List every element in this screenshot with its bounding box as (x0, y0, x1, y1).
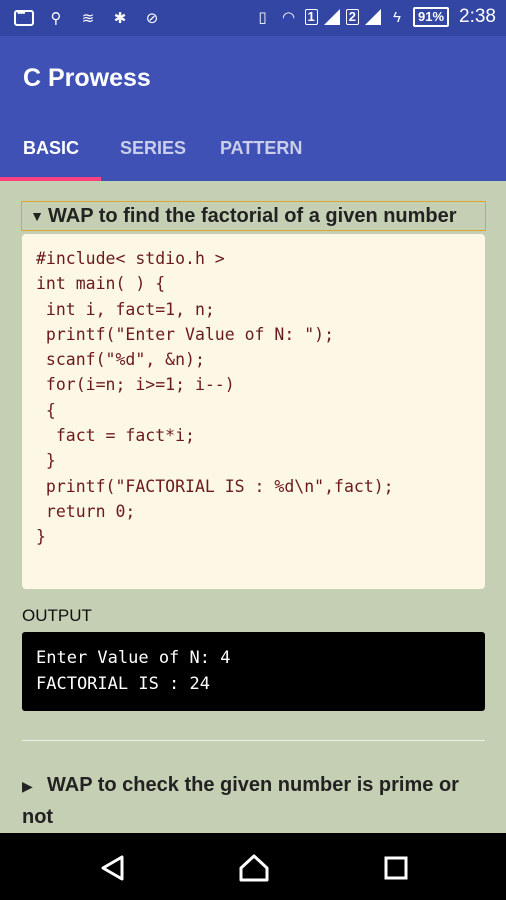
sim2-badge: 2 (345, 9, 359, 25)
vibrate-icon: ▯ (258, 9, 267, 26)
code-line: } (36, 527, 46, 547)
question-title: WAP to check the given number is prime o… (22, 774, 459, 828)
clock: 2:38 (459, 6, 496, 27)
app-title: C Prowess (23, 64, 151, 92)
back-icon (101, 855, 124, 881)
code-line: int main( ) { (36, 274, 166, 294)
usb-icon: ⚲ (50, 10, 62, 27)
app-bar: C Prowess BASIC SERIES PATTERN (0, 36, 506, 181)
code-line: int i, fact=1, n; (36, 299, 215, 319)
message-icon (14, 8, 34, 28)
divider (22, 740, 485, 741)
code-line: return 0; (36, 501, 136, 521)
recents-button[interactable] (381, 853, 411, 883)
code-line: { (36, 400, 56, 420)
charging-icon: ϟ (393, 8, 401, 26)
collapse-arrow-icon: ▼ (30, 208, 44, 224)
notification-icons: ⚲ ≋ ✱ ⊘ (14, 8, 162, 28)
code-line: fact = fact*i; (36, 426, 195, 446)
app-notification-icon: ≋ (81, 10, 95, 27)
signal2-icon (364, 9, 381, 25)
signal1-icon (323, 9, 340, 25)
wifi-icon: ◠ (281, 9, 296, 26)
status-bar: ⚲ ≋ ✱ ⊘ ▯ ◠ 1 2 ϟ 91% 2:38 (0, 0, 506, 36)
navigation-bar (0, 833, 506, 900)
output-label: OUTPUT (22, 606, 92, 625)
output-console: Enter Value of N: 4 FACTORIAL IS : 24 (22, 632, 485, 711)
blocked-icon: ⊘ (145, 10, 159, 27)
code-line: printf("FACTORIAL IS : %d\n",fact); (36, 476, 394, 496)
home-button[interactable] (238, 853, 269, 883)
back-button[interactable] (98, 853, 128, 883)
expand-arrow-icon: ▶ (22, 778, 33, 794)
code-line: #include< stdio.h > (36, 249, 225, 268)
code-block: #include< stdio.h > int main( ) { int i,… (22, 234, 485, 589)
tab-series[interactable]: SERIES (120, 138, 186, 159)
debug-icon: ✱ (113, 10, 127, 27)
system-icons: ▯ ◠ 1 2 ϟ 91% 2:38 (253, 6, 496, 28)
question-header-collapsed[interactable]: ▶ WAP to check the given number is prime … (22, 770, 492, 833)
code-line: } (36, 451, 56, 471)
tab-basic[interactable]: BASIC (23, 138, 79, 159)
tab-bar: BASIC SERIES PATTERN (0, 132, 506, 181)
content-area[interactable]: ▼ WAP to find the factorial of a given n… (0, 181, 506, 833)
code-line: printf("Enter Value of N: "); (36, 324, 335, 344)
code-line: scanf("%d", &n); (36, 350, 205, 370)
output-line: FACTORIAL IS : 24 (36, 674, 210, 694)
code-line: for(i=n; i>=1; i--) (36, 375, 235, 395)
home-icon (239, 854, 269, 882)
output-line: Enter Value of N: 4 (36, 648, 231, 668)
tab-pattern[interactable]: PATTERN (220, 138, 302, 159)
question-title: WAP to find the factorial of a given num… (48, 204, 457, 227)
question-header-expanded[interactable]: ▼ WAP to find the factorial of a given n… (21, 201, 486, 231)
recents-icon (384, 856, 408, 880)
battery-level: 91% (412, 7, 450, 27)
sim1-badge: 1 (304, 9, 318, 25)
